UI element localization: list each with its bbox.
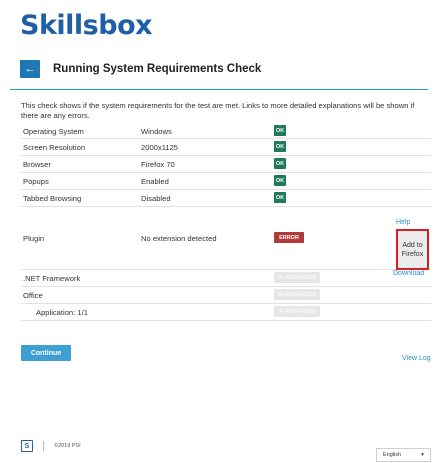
check-row-dotnet: .NET Framework IN PROGRESS (21, 270, 431, 287)
check-value: 2000x1125 (141, 143, 179, 152)
check-row-resolution: Screen Resolution 2000x1125 OK (21, 139, 431, 156)
add-to-firefox-label: Add to Firefox (401, 241, 424, 258)
language-selected-value: English (383, 452, 402, 458)
help-link[interactable]: Help (396, 219, 410, 226)
requirements-table: Operating System Windows OK Screen Resol… (21, 123, 431, 321)
check-value: Disabled (141, 194, 171, 203)
add-to-firefox-button[interactable]: Add to Firefox (396, 229, 429, 270)
footer: S ©2019 PSI (21, 440, 81, 452)
status-badge: IN PROGRESS (274, 289, 320, 300)
status-badge: IN PROGRESS (274, 272, 320, 283)
status-badge: ERROR (274, 232, 304, 243)
page-title: Running System Requirements Check (53, 63, 262, 75)
back-button[interactable]: ← (20, 60, 40, 78)
check-label: Screen Resolution (23, 143, 86, 152)
status-badge: OK (274, 192, 286, 203)
check-label: Office (23, 291, 43, 300)
copyright-text: ©2019 PSI (54, 443, 81, 449)
check-label: .NET Framework (23, 274, 81, 283)
page-header: ← Running System Requirements Check (20, 54, 424, 84)
download-link[interactable]: Download (393, 270, 424, 277)
language-select[interactable]: English ▼ (376, 448, 431, 462)
check-label: Application: 1/1 (36, 308, 88, 317)
intro-text: This check shows if the system requireme… (21, 101, 415, 120)
check-label: Operating System (23, 127, 84, 136)
header-divider (10, 89, 428, 90)
continue-button[interactable]: Continue (21, 345, 71, 361)
check-value: No extension detected (141, 234, 217, 243)
status-badge: OK (274, 158, 286, 169)
footer-divider (43, 441, 44, 451)
check-row-office: Office IN PROGRESS (21, 287, 431, 304)
arrow-left-icon: ← (24, 63, 36, 75)
check-row-os: Operating System Windows OK (21, 123, 431, 139)
check-row-application: Application: 1/1 IN PROGRESS (21, 304, 431, 321)
status-badge: OK (274, 141, 286, 152)
check-row-browser: Browser Firefox 70 OK (21, 156, 431, 173)
check-label: Browser (23, 160, 51, 169)
check-label: Plugin (23, 234, 45, 243)
skillsbox-logo: Skillsbox (20, 10, 153, 41)
check-row-popups: Popups Enabled OK (21, 173, 431, 190)
check-label: Popups (23, 177, 49, 186)
psi-logo-icon: S (21, 440, 33, 452)
check-label: Tabbed Browsing (23, 194, 82, 203)
check-value: Firefox 70 (141, 160, 175, 169)
chevron-down-icon: ▼ (420, 452, 425, 458)
status-badge: OK (274, 125, 286, 136)
status-badge: IN PROGRESS (274, 306, 320, 317)
check-row-plugin: Plugin No extension detected ERROR (21, 207, 431, 270)
status-badge: OK (274, 175, 286, 186)
check-value: Windows (141, 127, 172, 136)
check-row-tabbed-browsing: Tabbed Browsing Disabled OK (21, 190, 431, 207)
view-log-link[interactable]: View Log (402, 355, 431, 362)
check-value: Enabled (141, 177, 169, 186)
